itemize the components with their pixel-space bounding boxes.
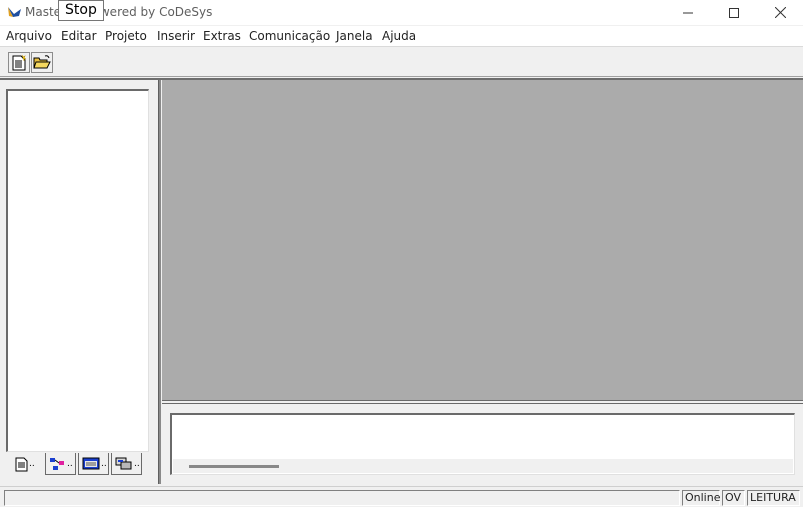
- status-bar: Online OV LEITURA: [0, 486, 803, 507]
- tab-pous-label: ..: [29, 459, 35, 469]
- stop-tooltip: Stop: [58, 0, 104, 21]
- window-title: Maste C | powered by CoDeSys: [25, 5, 213, 19]
- tab-visualizations[interactable]: ..: [78, 453, 109, 475]
- message-window[interactable]: [170, 413, 795, 475]
- menu-editar[interactable]: Editar: [61, 29, 97, 43]
- maximize-button[interactable]: [711, 0, 757, 25]
- menu-extras[interactable]: Extras: [203, 29, 241, 43]
- open-folder-icon: [33, 55, 51, 69]
- menu-comunicacao[interactable]: Comunicação: [249, 29, 330, 43]
- title-bar: Maste C | powered by CoDeSys Stop: [0, 0, 803, 25]
- new-project-button[interactable]: [8, 52, 30, 73]
- menu-inserir[interactable]: Inserir: [157, 29, 195, 43]
- menu-arquivo[interactable]: Arquivo: [6, 29, 52, 43]
- pous-icon: [15, 457, 28, 471]
- menu-ajuda[interactable]: Ajuda: [382, 29, 416, 43]
- close-icon: [774, 7, 786, 18]
- status-mode: LEITURA: [747, 490, 800, 506]
- status-message: [4, 490, 680, 506]
- resources-icon: [115, 457, 132, 470]
- menu-janela[interactable]: Janela: [336, 29, 373, 43]
- menu-projeto[interactable]: Projeto: [105, 29, 147, 43]
- object-tree[interactable]: [6, 89, 149, 452]
- visualizations-icon: [82, 457, 100, 469]
- message-scrollbar[interactable]: [173, 459, 793, 473]
- tab-pous[interactable]: ..: [12, 453, 43, 475]
- tab-resources-label: ..: [134, 458, 140, 469]
- open-project-button[interactable]: [31, 52, 53, 73]
- app-logo-icon: [8, 7, 21, 17]
- tab-visualizations-label: ..: [101, 458, 107, 469]
- message-pane: [162, 404, 803, 484]
- tab-data-types-label: ..: [67, 458, 73, 469]
- maximize-icon: [729, 7, 739, 18]
- close-button[interactable]: [757, 0, 803, 25]
- editor-workspace: [162, 80, 803, 400]
- tab-data-types[interactable]: ..: [45, 453, 76, 475]
- minimize-button[interactable]: [665, 0, 711, 25]
- data-types-icon: [50, 457, 64, 470]
- minimize-icon: [683, 12, 693, 13]
- vertical-splitter[interactable]: [158, 80, 161, 484]
- object-organizer: .. .. .. ..: [0, 80, 158, 482]
- scrollbar-thumb[interactable]: [189, 465, 279, 468]
- tab-resources[interactable]: ..: [111, 453, 142, 475]
- menu-bar: Arquivo Editar Projeto Inserir Extras Co…: [0, 26, 803, 47]
- status-ov: OV: [722, 490, 745, 506]
- toolbar: [0, 49, 803, 77]
- status-online: Online: [682, 490, 720, 506]
- new-document-icon: [12, 54, 26, 70]
